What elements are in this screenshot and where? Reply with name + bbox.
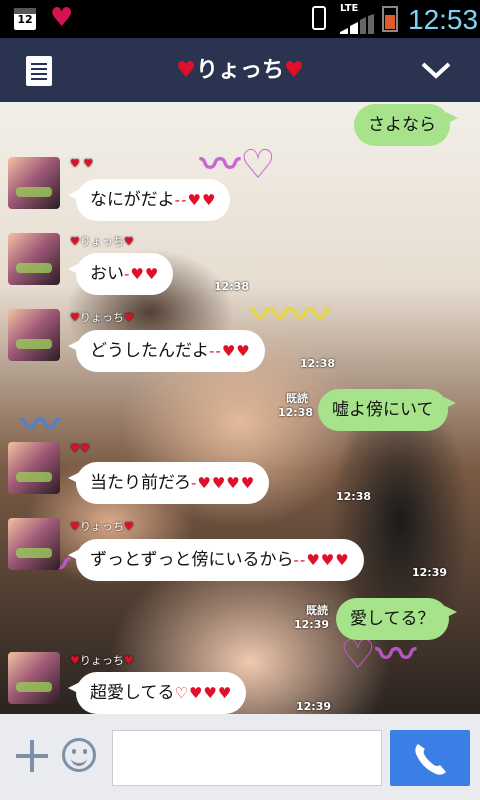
plus-icon[interactable]	[14, 738, 50, 774]
message-time: 12:38	[336, 490, 372, 503]
chat-area[interactable]: 〰♡ 〰〰 〰 〰 ♡〰 さよなら ♥ ♥ なにがだよ--♥♥ ♥りょっち♥ お…	[0, 102, 480, 714]
heart-icon: ♥	[50, 3, 74, 33]
avatar[interactable]	[8, 652, 60, 704]
message-bubble-incoming[interactable]: 当たり前だろ-♥♥♥♥	[67, 462, 270, 504]
chat-header: ♥りょっち♥	[0, 38, 480, 102]
network-type: LTE	[340, 3, 359, 14]
sender-name: ♥ ♥	[70, 157, 94, 170]
chat-title: ♥りょっち♥	[0, 52, 480, 84]
battery-icon	[382, 6, 398, 32]
message-bubble-outgoing[interactable]: 愛してる？	[336, 598, 456, 640]
avatar[interactable]	[8, 518, 60, 570]
input-bar	[0, 714, 480, 800]
vibrate-icon	[312, 6, 326, 30]
avatar[interactable]	[8, 233, 60, 285]
message-bubble-incoming[interactable]: どうしたんだよ--♥♥	[68, 330, 265, 372]
message-bubble-incoming[interactable]: おい-♥♥	[67, 253, 174, 295]
read-receipt: 既読 12:38	[278, 392, 314, 419]
photo-doodle: 〰〰	[250, 292, 330, 338]
status-bar: 12 ♥ LTE 12:53	[0, 0, 480, 38]
message-bubble-incoming[interactable]: 超愛してる♡♥♥♥	[67, 672, 247, 714]
chat-name: りょっち	[195, 58, 284, 83]
message-time: 12:38	[214, 280, 250, 293]
message-time: 12:39	[296, 700, 332, 713]
message-bubble-incoming[interactable]: ずっとずっと傍にいるから--♥♥♥	[68, 539, 364, 581]
message-bubble-outgoing[interactable]: さよなら	[354, 104, 458, 146]
read-receipt: 既読 12:39	[294, 604, 330, 631]
avatar[interactable]	[8, 157, 60, 209]
call-button[interactable]	[390, 730, 470, 786]
calendar-icon: 12	[14, 8, 36, 30]
heart-icon: ♥	[176, 58, 196, 83]
avatar[interactable]	[8, 442, 60, 494]
message-bubble-outgoing[interactable]: 嘘よ傍にいて	[318, 389, 455, 431]
sender-name: ♥りょっち♥	[70, 654, 134, 667]
signal-icon	[340, 14, 374, 34]
message-input[interactable]	[112, 730, 382, 786]
chevron-down-icon[interactable]	[420, 58, 452, 82]
avatar[interactable]	[8, 309, 60, 361]
sender-name: ♥♥	[70, 442, 90, 455]
message-bubble-incoming[interactable]: なにがだよ--♥♥	[67, 179, 231, 221]
phone-icon	[415, 744, 446, 775]
sender-name: ♥りょっち♥	[70, 311, 134, 324]
sender-name: ♥りょっち♥	[70, 520, 134, 533]
message-time: 12:38	[300, 357, 336, 370]
clock: 12:53	[408, 4, 479, 35]
emoji-icon[interactable]	[62, 738, 96, 772]
heart-icon: ♥	[284, 58, 304, 83]
message-time: 12:39	[412, 566, 448, 579]
sender-name: ♥りょっち♥	[70, 235, 134, 248]
